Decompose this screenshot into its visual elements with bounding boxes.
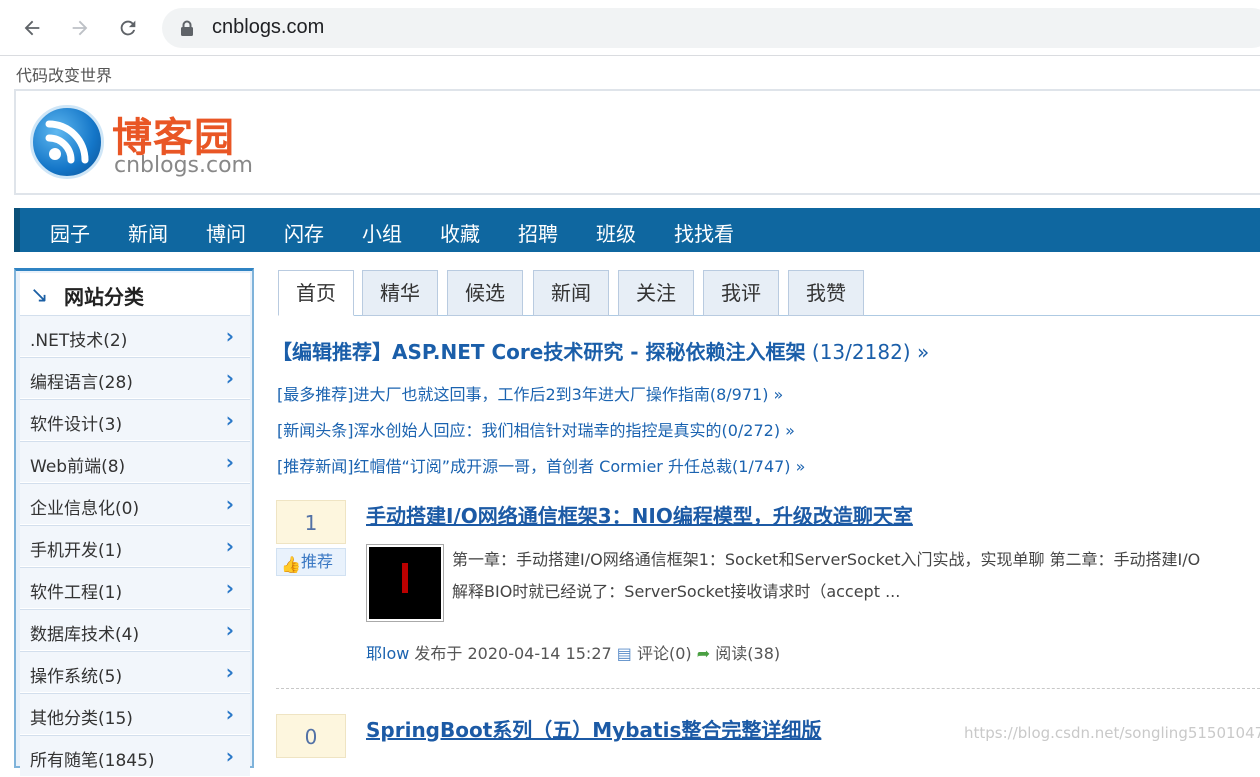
- recommend-button[interactable]: 👍 推荐: [276, 548, 346, 576]
- category-label[interactable]: 企业信息化(0): [30, 494, 139, 519]
- category-label[interactable]: Web前端(8): [30, 452, 125, 477]
- category-label[interactable]: 编程语言(28): [30, 368, 133, 393]
- category-item[interactable]: 其他分类(15) ›: [20, 693, 250, 735]
- tab-candidates[interactable]: 候选: [447, 270, 523, 316]
- browser-toolbar: cnblogs.com: [0, 0, 1260, 56]
- category-label[interactable]: 数据库技术(4): [30, 620, 139, 645]
- category-item[interactable]: 所有随笔(1845) ›: [20, 735, 250, 777]
- category-item[interactable]: 操作系统(5) ›: [20, 651, 250, 693]
- comment-count-link[interactable]: 评论(0): [637, 644, 692, 663]
- category-label[interactable]: 所有随笔(1845): [30, 746, 155, 771]
- editor-pick-title[interactable]: 【编辑推荐】ASP.NET Core技术研究 - 探秘依赖注入框架: [272, 340, 806, 364]
- logo-english-text[interactable]: cnblogs.com: [114, 153, 253, 178]
- rss-logo-icon[interactable]: [30, 105, 104, 179]
- arrow-left-icon: [24, 20, 40, 36]
- category-item[interactable]: 软件设计(3) ›: [20, 399, 250, 441]
- menu-item-flash[interactable]: 闪存: [284, 218, 324, 247]
- category-item[interactable]: 企业信息化(0) ›: [20, 483, 250, 525]
- post-summary: 第一章：手动搭建I/O网络通信框架1：Socket和ServerSocket入门…: [452, 544, 1260, 608]
- news-link-top-news[interactable]: [新闻头条]浑水创始人回应：我们相信针对瑞幸的指控是真实的(0/272) »: [277, 417, 795, 441]
- post-meta: 耶low 发布于 2020-04-14 15:27 ▤ 评论(0) ➦ 阅读(3…: [366, 640, 780, 664]
- category-item[interactable]: .NET技术(2) ›: [20, 315, 250, 357]
- menu-item-favorites[interactable]: 收藏: [440, 218, 480, 247]
- tab-my-likes[interactable]: 我赞: [788, 270, 864, 316]
- category-item[interactable]: 编程语言(28) ›: [20, 357, 250, 399]
- menu-item-search[interactable]: 找找看: [674, 218, 734, 247]
- chevron-right-icon[interactable]: ›: [226, 744, 234, 768]
- menu-item-yuanzi[interactable]: 园子: [50, 218, 90, 247]
- site-header: 博客园 cnblogs.com: [14, 89, 1260, 195]
- post-summary-line: 解释BIO时就已经说了：ServerSocket接收请求时（accept ...: [452, 582, 901, 601]
- chevron-right-icon[interactable]: ›: [226, 660, 234, 684]
- content-tabs: 首页 精华 候选 新闻 关注 我评 我赞: [278, 268, 1260, 316]
- arrow-right-icon: [72, 20, 88, 36]
- category-label[interactable]: 软件工程(1): [30, 578, 122, 603]
- category-label[interactable]: 操作系统(5): [30, 662, 122, 687]
- news-link-most-recommended[interactable]: [最多推荐]进大厂也就这回事，工作后2到3年进大厂操作指南(8/971) »: [277, 381, 783, 405]
- category-item[interactable]: 手机开发(1) ›: [20, 525, 250, 567]
- category-label[interactable]: .NET技术(2): [30, 326, 127, 351]
- editor-pick-count[interactable]: (13/2182) »: [806, 340, 929, 364]
- chevron-right-icon[interactable]: ›: [226, 492, 234, 516]
- tab-following[interactable]: 关注: [618, 270, 694, 316]
- comment-icon: ▤: [616, 644, 632, 663]
- post-item: 1 👍 推荐 手动搭建I/O网络通信框架3：NIO编程模型，升级改造聊天室 第一…: [276, 500, 1260, 680]
- back-button[interactable]: [16, 12, 48, 44]
- chevron-right-icon[interactable]: ›: [226, 408, 234, 432]
- read-arrow-icon: ➦: [696, 644, 711, 663]
- sidebar-title: 网站分类: [64, 285, 144, 309]
- chevron-right-icon[interactable]: ›: [226, 534, 234, 558]
- post-date: 发布于 2020-04-14 15:27: [409, 644, 617, 663]
- reload-icon: [120, 20, 136, 36]
- editor-pick-link[interactable]: 【编辑推荐】ASP.NET Core技术研究 - 探秘依赖注入框架 (13/21…: [272, 336, 929, 365]
- chevron-right-icon[interactable]: ›: [226, 324, 234, 348]
- category-list: .NET技术(2) › 编程语言(28) › 软件设计(3) › Web前端(8) › …: [20, 315, 250, 777]
- author-link[interactable]: 耶low: [366, 644, 409, 663]
- recommend-label[interactable]: 推荐: [301, 552, 333, 571]
- vote-count: 1: [276, 500, 346, 544]
- site-slogan: 代码改变世界: [16, 66, 113, 85]
- chevron-right-icon[interactable]: ›: [226, 450, 234, 474]
- category-label[interactable]: 手机开发(1): [30, 536, 122, 561]
- category-item[interactable]: 数据库技术(4) ›: [20, 609, 250, 651]
- address-bar[interactable]: cnblogs.com: [162, 8, 1260, 48]
- chevron-right-icon[interactable]: ›: [226, 702, 234, 726]
- category-item[interactable]: Web前端(8) ›: [20, 441, 250, 483]
- main-menu: 园子 新闻 博问 闪存 小组 收藏 招聘 班级 找找看: [14, 208, 1260, 252]
- watermark-text: https://blog.csdn.net/songling515010475: [964, 724, 1260, 742]
- post-title-link[interactable]: SpringBoot系列（五）Mybatis整合完整详细版: [366, 714, 821, 743]
- news-link-recommended-news[interactable]: [推荐新闻]红帽借“订阅”成开源一哥，首创者 Cormier 升任总裁(1/74…: [277, 453, 805, 477]
- forward-button[interactable]: [64, 12, 96, 44]
- tab-featured[interactable]: 精华: [362, 270, 438, 316]
- sidebar-header: ↘ 网站分类: [20, 273, 250, 315]
- chevron-right-icon[interactable]: ›: [226, 576, 234, 600]
- category-label[interactable]: 软件设计(3): [30, 410, 122, 435]
- menu-item-classes[interactable]: 班级: [596, 218, 636, 247]
- vote-count: 0: [276, 714, 346, 758]
- read-count[interactable]: 阅读(38): [715, 644, 780, 663]
- url-text[interactable]: cnblogs.com: [212, 16, 324, 39]
- arrow-down-right-icon: ↘: [30, 283, 49, 308]
- post-summary-line: 第一章：手动搭建I/O网络通信框架1：Socket和ServerSocket入门…: [452, 550, 1201, 569]
- post-divider: [276, 688, 1260, 689]
- chevron-right-icon[interactable]: ›: [226, 366, 234, 390]
- tab-my-comments[interactable]: 我评: [703, 270, 779, 316]
- thumbs-up-icon: 👍: [281, 555, 301, 574]
- category-sidebar: ↘ 网站分类 .NET技术(2) › 编程语言(28) › 软件设计(3) › Web…: [14, 268, 254, 777]
- reload-button[interactable]: [112, 12, 144, 44]
- chevron-right-icon[interactable]: ›: [226, 618, 234, 642]
- menu-item-groups[interactable]: 小组: [362, 218, 402, 247]
- menu-item-news[interactable]: 新闻: [128, 218, 168, 247]
- author-avatar[interactable]: [366, 544, 444, 622]
- tab-news[interactable]: 新闻: [533, 270, 609, 316]
- menu-item-jobs[interactable]: 招聘: [518, 218, 558, 247]
- post-title-link[interactable]: 手动搭建I/O网络通信框架3：NIO编程模型，升级改造聊天室: [366, 500, 913, 529]
- category-label[interactable]: 其他分类(15): [30, 704, 133, 729]
- category-item[interactable]: 软件工程(1) ›: [20, 567, 250, 609]
- tab-home[interactable]: 首页: [278, 270, 354, 316]
- menu-item-ask[interactable]: 博问: [206, 218, 246, 247]
- lock-icon: [181, 20, 193, 36]
